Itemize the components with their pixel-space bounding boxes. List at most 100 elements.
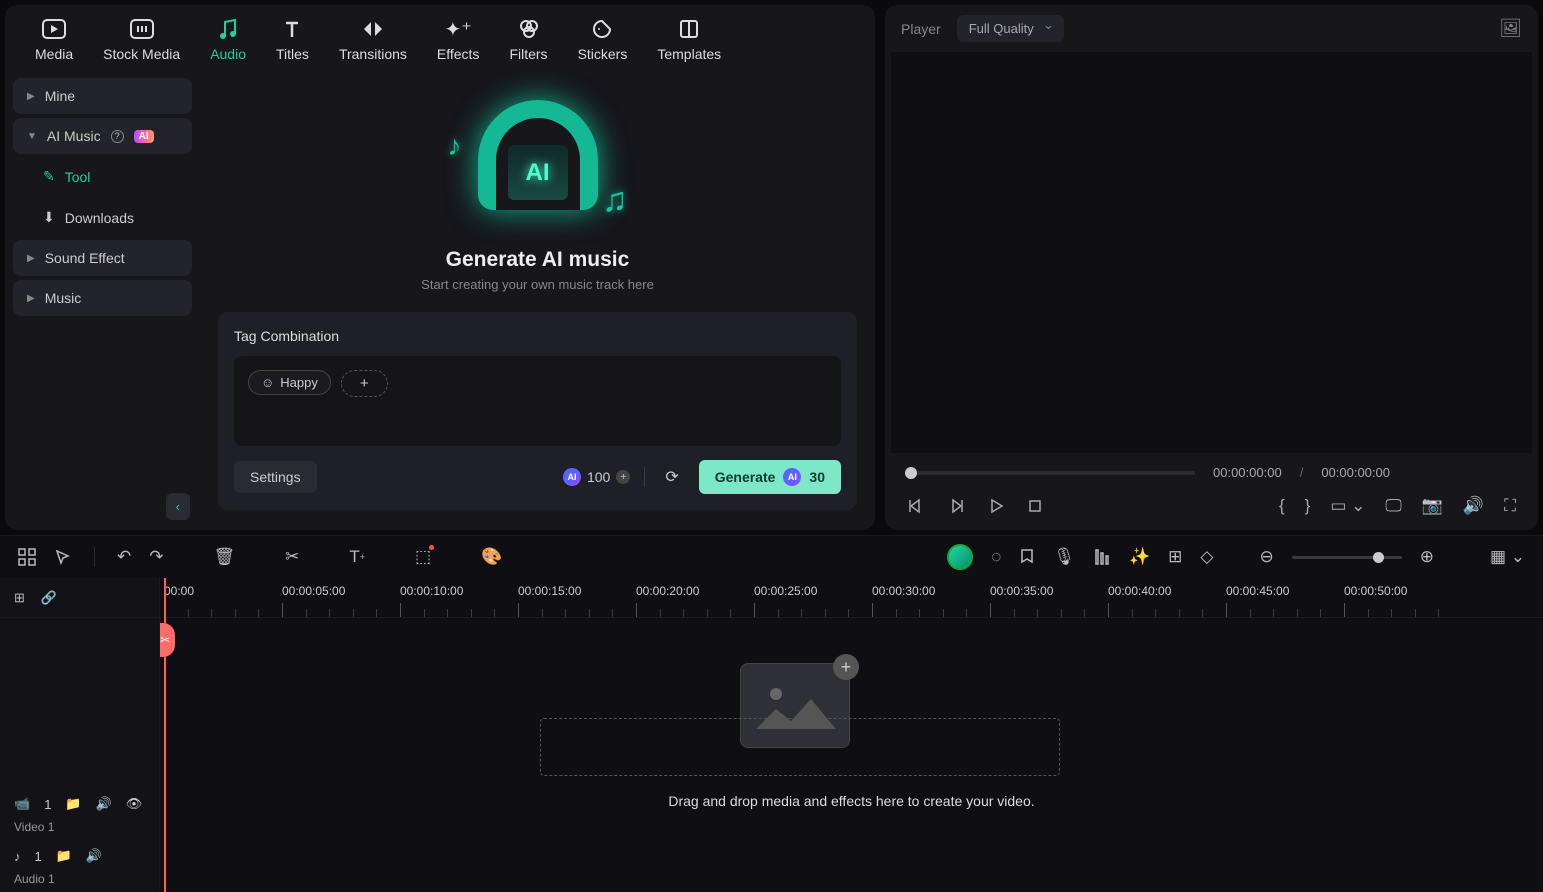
- zoom-in-button[interactable]: ⊕: [1420, 547, 1434, 567]
- sidebar-label: Downloads: [65, 210, 134, 226]
- collapse-sidebar-button[interactable]: ‹: [166, 493, 190, 520]
- prev-frame-button[interactable]: [907, 497, 925, 515]
- layout-icon[interactable]: [18, 548, 36, 566]
- total-time: 00:00:00:00: [1321, 465, 1390, 480]
- audio-track-icon: ♪: [14, 849, 21, 864]
- snapshot-gallery-button[interactable]: 🖼: [1499, 18, 1522, 39]
- delete-button[interactable]: 🗑: [214, 547, 236, 567]
- sidebar-item-tool[interactable]: ✎ Tool: [13, 158, 192, 195]
- render-button[interactable]: ◌: [991, 547, 1001, 567]
- tag-chip-happy[interactable]: ☺ Happy: [248, 370, 331, 395]
- tab-label: Transitions: [339, 46, 407, 62]
- tab-transitions[interactable]: Transitions: [339, 17, 407, 62]
- sidebar-label: Tool: [65, 169, 91, 185]
- zoom-slider[interactable]: [1292, 556, 1402, 559]
- main-tabs: Media Stock Media Audio Titles Transitio…: [5, 5, 875, 70]
- zoom-out-button[interactable]: ⊖: [1259, 547, 1273, 567]
- display-button[interactable]: 🖵: [1385, 496, 1401, 516]
- playhead[interactable]: ✂: [164, 578, 166, 892]
- sidebar-item-ai-music[interactable]: ▼ AI Music ? AI: [13, 118, 192, 154]
- tab-label: Stickers: [578, 46, 628, 62]
- credit-amount: 100: [587, 469, 610, 485]
- mark-out-button[interactable]: }: [1305, 496, 1311, 516]
- ai-box-icon: AI: [508, 145, 568, 200]
- seek-bar[interactable]: [905, 471, 1195, 475]
- generate-button[interactable]: Generate AI 30: [699, 460, 841, 494]
- tab-templates[interactable]: Templates: [657, 17, 721, 62]
- tab-filters[interactable]: Filters: [509, 17, 547, 62]
- tab-titles[interactable]: Titles: [276, 17, 309, 62]
- chevron-right-icon: ▶: [27, 253, 35, 264]
- auto-beat-button[interactable]: ✨: [1129, 547, 1150, 567]
- titles-icon: [282, 17, 302, 41]
- chevron-right-icon: ▶: [27, 293, 35, 304]
- tab-stock-media[interactable]: Stock Media: [103, 17, 180, 62]
- mute-icon[interactable]: 🔊: [96, 796, 112, 812]
- settings-button[interactable]: Settings: [234, 461, 317, 493]
- text-tool-button[interactable]: T+: [349, 547, 365, 567]
- selection-tool-icon[interactable]: [54, 548, 72, 566]
- undo-button[interactable]: ↶: [117, 547, 131, 567]
- player-label: Player: [901, 21, 941, 37]
- keyframe-button[interactable]: ◇: [1200, 547, 1213, 567]
- ruler-timestamp: 00:00:10:00: [400, 584, 463, 598]
- zoom-handle[interactable]: [1373, 552, 1384, 563]
- next-frame-button[interactable]: [947, 497, 965, 515]
- add-track-icon[interactable]: ⊞: [14, 590, 25, 606]
- quality-dropdown[interactable]: Full Quality: [957, 15, 1064, 42]
- volume-button[interactable]: 🔊: [1463, 496, 1484, 516]
- folder-icon[interactable]: 📁: [56, 848, 72, 864]
- add-media-button[interactable]: +: [833, 654, 859, 680]
- visibility-icon[interactable]: 👁: [126, 796, 143, 812]
- add-credits-button[interactable]: +: [616, 470, 630, 484]
- ai-assistant-button[interactable]: [947, 544, 973, 570]
- video-track-header[interactable]: 📹1 📁 🔊 👁: [0, 788, 159, 820]
- marker-button[interactable]: [1019, 548, 1035, 566]
- credits-display: AI 100 +: [563, 468, 630, 486]
- tab-audio[interactable]: Audio: [210, 17, 246, 62]
- generate-subtitle: Start creating your own music track here: [421, 277, 654, 292]
- seek-handle[interactable]: [905, 467, 917, 479]
- fullscreen-button[interactable]: ⛶: [1504, 496, 1516, 516]
- ai-music-illustration: ♪ AI ♫: [448, 90, 628, 230]
- sidebar-item-music[interactable]: ▶ Music: [13, 280, 192, 316]
- tab-effects[interactable]: ✦⁺ Effects: [437, 17, 480, 62]
- mute-icon[interactable]: 🔊: [86, 848, 102, 864]
- audio-track-header[interactable]: ♪ 1 📁 🔊: [0, 840, 159, 872]
- video-track-label: Video 1: [0, 820, 159, 840]
- view-mode-button[interactable]: ▦ ⌄: [1490, 547, 1525, 567]
- tag-input-area[interactable]: ☺ Happy +: [234, 356, 841, 446]
- effects-icon: ✦⁺: [445, 17, 472, 41]
- redo-button[interactable]: ↷: [149, 547, 163, 567]
- tab-stickers[interactable]: Stickers: [578, 17, 628, 62]
- add-tag-button[interactable]: +: [341, 370, 388, 397]
- folder-icon[interactable]: 📁: [65, 796, 81, 812]
- music-note-icon: ♪: [448, 130, 462, 162]
- split-button[interactable]: ✂: [285, 547, 299, 567]
- snapshot-button[interactable]: 📷: [1422, 496, 1443, 516]
- sidebar-item-sound-effect[interactable]: ▶ Sound Effect: [13, 240, 192, 276]
- tab-media[interactable]: Media: [35, 17, 73, 62]
- crop-button[interactable]: ⬚: [415, 547, 431, 567]
- audio-mixer-button[interactable]: [1093, 548, 1111, 566]
- timeline-tracks[interactable]: 00:0000:00:05:0000:00:10:0000:00:15:0000…: [160, 578, 1543, 892]
- playhead-handle[interactable]: ✂: [160, 623, 175, 657]
- track-number: 1: [35, 849, 42, 864]
- link-tracks-icon[interactable]: 🔗: [41, 590, 57, 606]
- help-icon[interactable]: ?: [111, 130, 124, 143]
- stop-button[interactable]: [1027, 498, 1043, 514]
- voiceover-button[interactable]: 🎙: [1053, 547, 1075, 567]
- aspect-ratio-button[interactable]: ▭ ⌄: [1330, 496, 1365, 516]
- adjust-button[interactable]: ⊞: [1168, 547, 1182, 567]
- play-button[interactable]: [987, 497, 1005, 515]
- drop-zone[interactable]: [540, 718, 1060, 776]
- ruler-timestamp: 00:00:25:00: [754, 584, 817, 598]
- sidebar-item-mine[interactable]: ▶ Mine: [13, 78, 192, 114]
- mark-in-button[interactable]: {: [1279, 496, 1285, 516]
- sidebar-item-downloads[interactable]: ⬇ Downloads: [13, 199, 192, 236]
- timeline-ruler[interactable]: 00:0000:00:05:0000:00:10:0000:00:15:0000…: [160, 578, 1543, 618]
- refresh-button[interactable]: ⟳: [659, 467, 684, 487]
- player-viewport[interactable]: [891, 52, 1532, 453]
- ruler-timestamp: 00:00:20:00: [636, 584, 699, 598]
- color-tool-button[interactable]: 🎨: [481, 547, 502, 567]
